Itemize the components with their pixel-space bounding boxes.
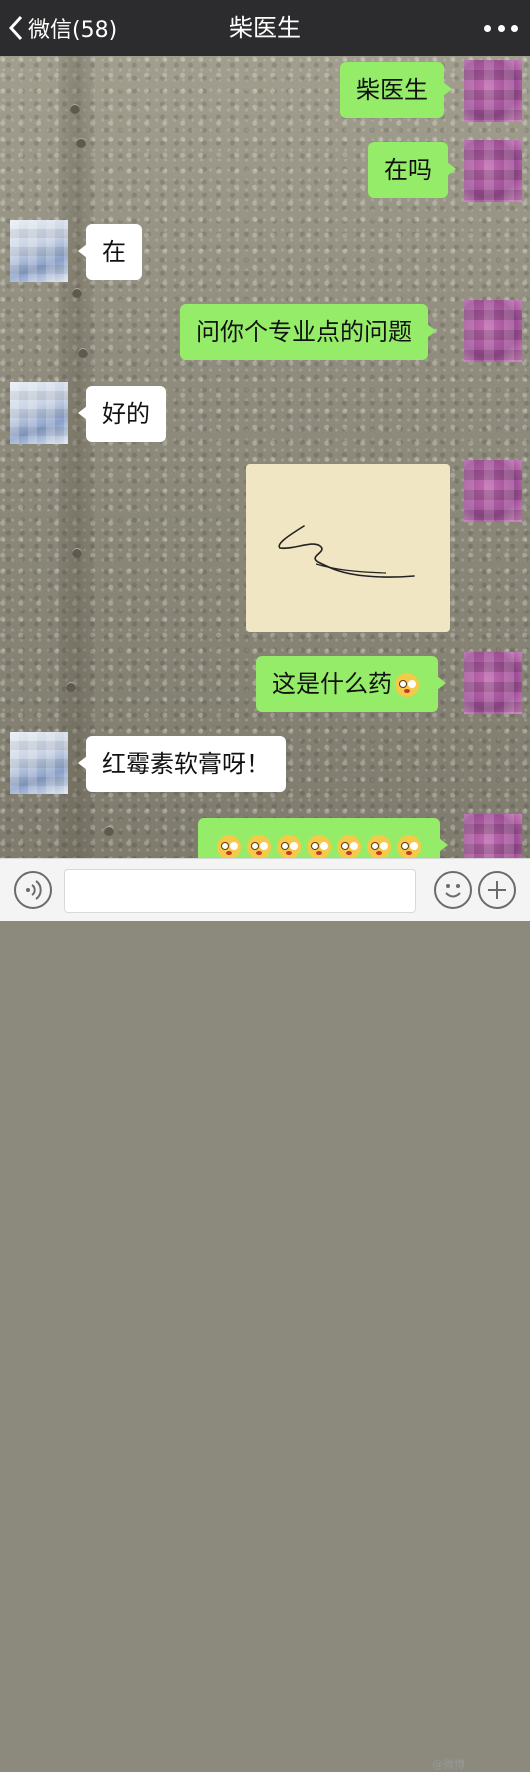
flushed-face-emoji [397, 835, 421, 858]
input-bar: @微博 [0, 858, 530, 1771]
message-bubble-sent[interactable] [198, 818, 448, 858]
avatar-doctor[interactable] [10, 732, 68, 794]
flushed-face-emoji [247, 835, 271, 858]
more-button[interactable] [484, 14, 518, 42]
chat-area[interactable]: 柴医生 在吗 在 问你个专业点的问题 好的 这是什么药 红霉素软膏呀！ [0, 56, 530, 858]
back-button[interactable]: 微信(58) [8, 8, 117, 48]
avatar-self[interactable] [464, 814, 522, 858]
flushed-face-emoji [277, 835, 301, 858]
voice-button[interactable] [14, 871, 52, 909]
avatar-doctor[interactable] [10, 220, 68, 282]
top-bar: 微信(58) 柴医生 [0, 0, 530, 56]
message-bubble-sent[interactable]: 在吗 [368, 142, 456, 198]
flushed-face-emoji [217, 835, 241, 858]
message-bubble-received[interactable]: 好的 [78, 386, 166, 442]
emoji-button[interactable] [434, 871, 472, 909]
signature-scribble [278, 525, 415, 578]
message-bubble-sent[interactable]: 这是什么药 [256, 656, 446, 712]
plus-icon [488, 881, 506, 899]
avatar-self[interactable] [464, 300, 522, 362]
watermark: @微博 [432, 1758, 465, 1771]
back-label: 微信(58) [28, 18, 118, 43]
more-dots-icon [484, 24, 491, 32]
plus-button[interactable] [478, 871, 516, 909]
image-message[interactable] [246, 464, 450, 632]
avatar-self[interactable] [464, 60, 522, 122]
avatar-self[interactable] [464, 140, 522, 202]
message-bubble-sent[interactable]: 柴医生 [340, 62, 452, 118]
avatar-doctor[interactable] [10, 382, 68, 444]
avatar-self[interactable] [464, 460, 522, 522]
message-bubble-sent[interactable]: 问你个专业点的问题 [180, 304, 436, 360]
avatar-self[interactable] [464, 652, 522, 714]
flushed-face-emoji [307, 835, 331, 858]
flushed-face-emoji [367, 835, 391, 858]
message-text: 这是什么药 [272, 670, 392, 698]
chevron-left-icon [8, 15, 23, 41]
message-bubble-received[interactable]: 红霉素软膏呀！ [78, 736, 286, 792]
emoji-icon [445, 884, 461, 898]
message-input[interactable] [64, 869, 416, 913]
voice-icon [26, 880, 42, 900]
flushed-face-emoji [395, 673, 419, 697]
flushed-face-emoji [337, 835, 361, 858]
message-bubble-received[interactable]: 在 [78, 224, 142, 280]
